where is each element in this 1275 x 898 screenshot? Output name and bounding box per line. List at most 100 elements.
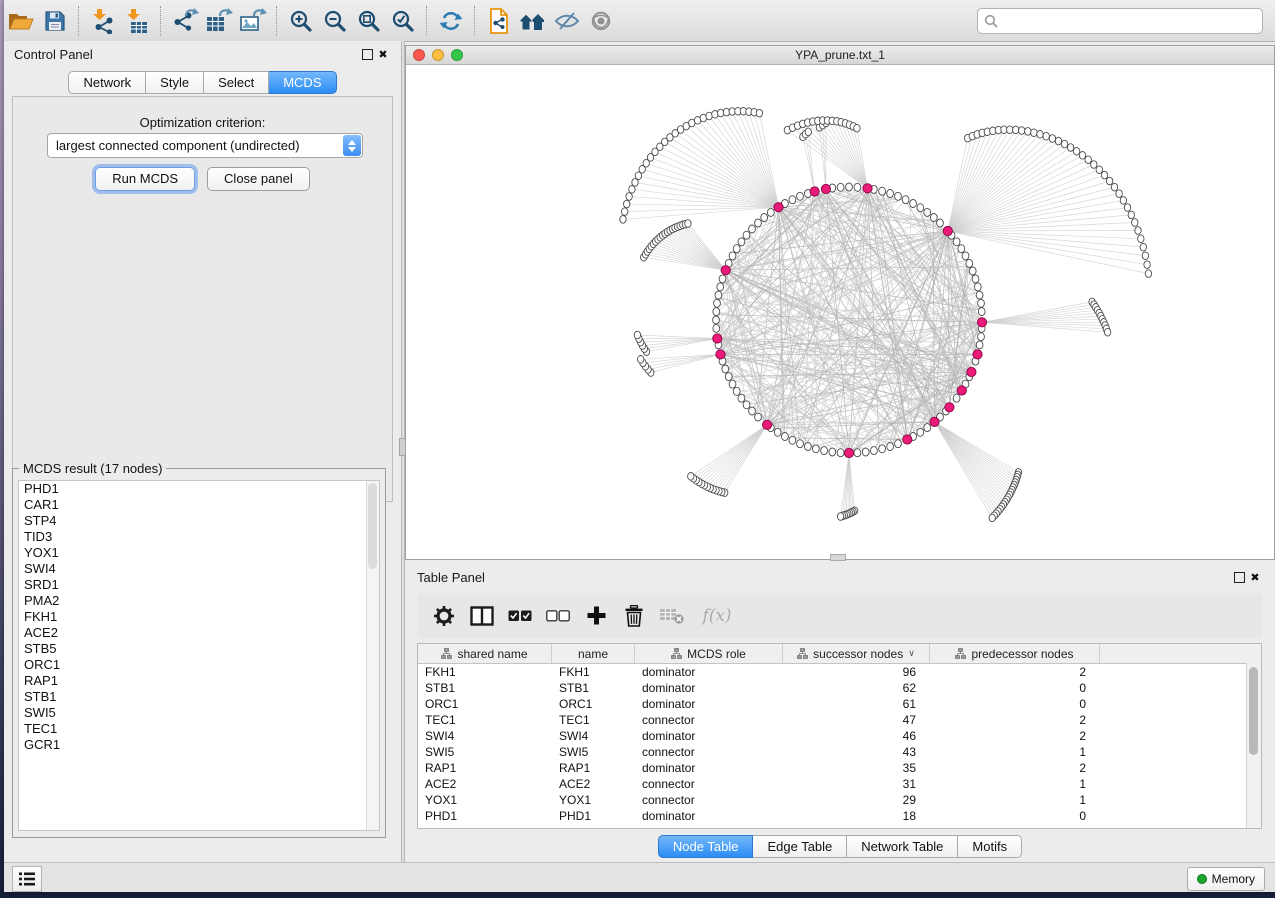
- tab-mcds[interactable]: MCDS: [269, 71, 336, 94]
- network-window-title: YPA_prune.txt_1: [406, 48, 1274, 62]
- delete-table-button[interactable]: [657, 601, 687, 631]
- tab-node-table[interactable]: Node Table: [658, 835, 754, 858]
- optimization-select[interactable]: largest connected component (undirected): [47, 133, 363, 158]
- tab-select[interactable]: Select: [204, 71, 269, 94]
- network-window-titlebar[interactable]: YPA_prune.txt_1: [406, 46, 1274, 65]
- select-all-button[interactable]: [505, 601, 535, 631]
- cell: 46: [783, 728, 930, 744]
- main-toolbar: [4, 0, 1275, 42]
- table-row[interactable]: YOX1YOX1connector291: [418, 792, 1261, 808]
- mcds-result-item[interactable]: SWI5: [19, 705, 379, 721]
- add-column-button[interactable]: [581, 601, 611, 631]
- table-row[interactable]: SWI5SWI5connector431: [418, 744, 1261, 760]
- function-builder-button[interactable]: f(x): [695, 601, 739, 631]
- column-header-predecessor-nodes[interactable]: predecessor nodes: [930, 644, 1100, 663]
- mcds-result-item[interactable]: FKH1: [19, 609, 379, 625]
- mcds-result-item[interactable]: YOX1: [19, 545, 379, 561]
- hide-panel-button[interactable]: [550, 4, 584, 38]
- zoom-fit-button[interactable]: [352, 4, 386, 38]
- import-network-button[interactable]: [86, 4, 120, 38]
- mcds-result-item[interactable]: GCR1: [19, 737, 379, 753]
- mcds-result-item[interactable]: ACE2: [19, 625, 379, 641]
- table-settings-button[interactable]: [429, 601, 459, 631]
- search-input[interactable]: [1002, 11, 1262, 31]
- import-network-icon: [90, 8, 116, 34]
- search-field[interactable]: [977, 8, 1263, 34]
- cell: 2: [930, 728, 1100, 744]
- tab-network-table[interactable]: Network Table: [847, 835, 958, 858]
- delete-column-button[interactable]: [619, 601, 649, 631]
- close-panel-button[interactable]: ✖: [375, 46, 391, 62]
- column-header-name[interactable]: name: [552, 644, 635, 663]
- open-folder-icon: [8, 10, 34, 32]
- network-window: YPA_prune.txt_1: [405, 45, 1275, 560]
- clone-network-button[interactable]: [482, 4, 516, 38]
- column-header-successor-nodes[interactable]: successor nodes∨: [783, 644, 930, 663]
- float-panel-button[interactable]: [359, 46, 375, 62]
- scrollbar-thumb[interactable]: [368, 483, 377, 569]
- open-recent-session-button[interactable]: [516, 4, 550, 38]
- close-panel-button2[interactable]: Close panel: [207, 167, 310, 191]
- mcds-result-item[interactable]: ORC1: [19, 657, 379, 673]
- close-icon: ✖: [1250, 571, 1259, 584]
- memory-button[interactable]: Memory: [1187, 867, 1265, 891]
- mcds-result-item[interactable]: RAP1: [19, 673, 379, 689]
- mcds-result-item[interactable]: TID3: [19, 529, 379, 545]
- mcds-button-row: Run MCDS Close panel: [13, 167, 392, 191]
- float-table-panel-button[interactable]: [1231, 569, 1247, 585]
- run-mcds-button[interactable]: Run MCDS: [95, 167, 195, 191]
- split-view-button[interactable]: [467, 601, 497, 631]
- export-network-button[interactable]: [168, 4, 202, 38]
- table-row[interactable]: SWI4SWI4dominator462: [418, 728, 1261, 744]
- tab-style[interactable]: Style: [146, 71, 204, 94]
- mcds-result-item[interactable]: PMA2: [19, 593, 379, 609]
- cell: FKH1: [418, 664, 552, 680]
- mcds-result-item[interactable]: SRD1: [19, 577, 379, 593]
- column-header-shared-name[interactable]: shared name: [418, 644, 552, 663]
- delete-table-icon: [659, 607, 685, 625]
- table-row[interactable]: ACE2ACE2connector311: [418, 776, 1261, 792]
- mcds-result-title: MCDS result (17 nodes): [19, 461, 166, 476]
- cell: SWI4: [418, 728, 552, 744]
- horizontal-splitter-handle[interactable]: [830, 554, 846, 561]
- table-row[interactable]: ORC1ORC1dominator610: [418, 696, 1261, 712]
- cell: dominator: [635, 808, 783, 824]
- table-row[interactable]: TEC1TEC1connector472: [418, 712, 1261, 728]
- mcds-result-list[interactable]: PHD1CAR1STP4TID3YOX1SWI4SRD1PMA2FKH1ACE2…: [18, 480, 380, 831]
- close-table-panel-button[interactable]: ✖: [1247, 569, 1263, 585]
- mcds-result-item[interactable]: STP4: [19, 513, 379, 529]
- show-panel-button[interactable]: [584, 4, 618, 38]
- mcds-result-item[interactable]: SWI4: [19, 561, 379, 577]
- save-session-button[interactable]: [38, 4, 72, 38]
- deselect-all-button[interactable]: [543, 601, 573, 631]
- tab-network[interactable]: Network: [68, 71, 146, 94]
- scrollbar-thumb[interactable]: [1249, 667, 1258, 755]
- import-table-button[interactable]: [120, 4, 154, 38]
- table-row[interactable]: STB1STB1dominator620: [418, 680, 1261, 696]
- open-session-button[interactable]: [4, 4, 38, 38]
- mcds-result-item[interactable]: PHD1: [19, 481, 379, 497]
- cell: PHD1: [552, 808, 635, 824]
- network-canvas[interactable]: [406, 65, 1274, 559]
- mcds-result-item[interactable]: STB1: [19, 689, 379, 705]
- table-row[interactable]: PHD1PHD1dominator180: [418, 808, 1261, 824]
- mcds-result-item[interactable]: STB5: [19, 641, 379, 657]
- zoom-out-button[interactable]: [318, 4, 352, 38]
- table-scrollbar[interactable]: [1246, 663, 1261, 828]
- mcds-list-scrollbar[interactable]: [366, 481, 379, 830]
- table-panel-tabs: Node TableEdge TableNetwork TableMotifs: [405, 835, 1275, 858]
- table-row[interactable]: RAP1RAP1dominator352: [418, 760, 1261, 776]
- mcds-result-item[interactable]: TEC1: [19, 721, 379, 737]
- export-image-button[interactable]: [236, 4, 270, 38]
- refresh-button[interactable]: [434, 4, 468, 38]
- optimization-select-value: largest connected component (undirected): [48, 138, 343, 153]
- tab-motifs[interactable]: Motifs: [958, 835, 1022, 858]
- export-table-button[interactable]: [202, 4, 236, 38]
- tab-edge-table[interactable]: Edge Table: [753, 835, 847, 858]
- zoom-selected-button[interactable]: [386, 4, 420, 38]
- mcds-result-item[interactable]: CAR1: [19, 497, 379, 513]
- column-header-MCDS-role[interactable]: MCDS role: [635, 644, 783, 663]
- task-history-button[interactable]: [12, 866, 42, 892]
- table-row[interactable]: FKH1FKH1dominator962: [418, 664, 1261, 680]
- zoom-in-button[interactable]: [284, 4, 318, 38]
